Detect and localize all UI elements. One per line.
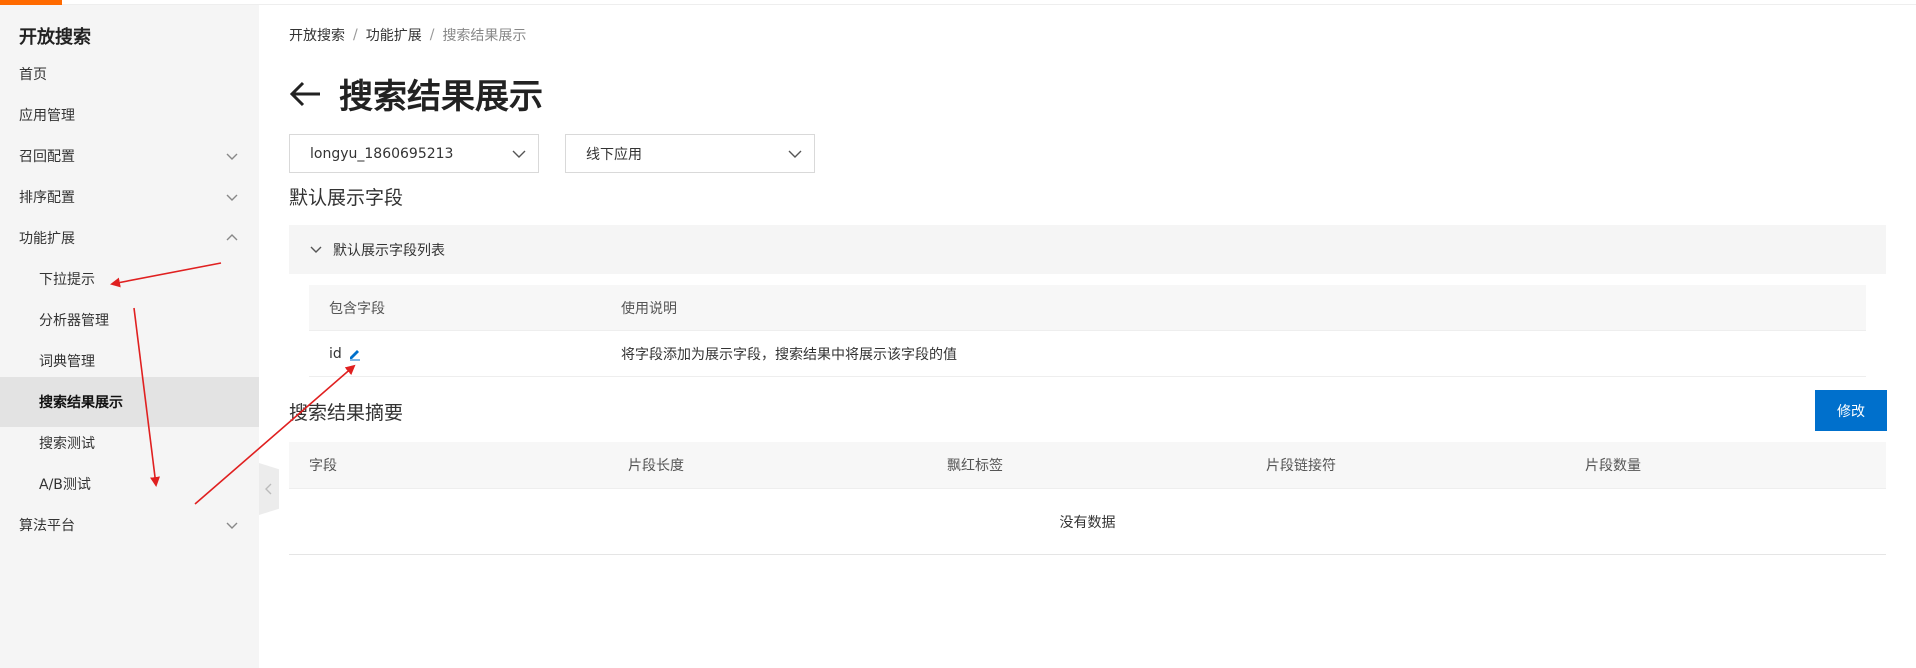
table-header: 字段 片段长度 飘红标签 片段链接符 片段数量 [289,442,1886,489]
chevron-down-icon [512,150,526,158]
column-header-description: 使用说明 [621,300,677,317]
empty-state: 没有数据 [289,489,1886,555]
sidebar-item-label: A/B测试 [39,477,91,493]
main-content: 开放搜索 / 功能扩展 / 搜索结果展示 搜索结果展示 longyu_18606… [259,5,1916,668]
sidebar-item-label: 词典管理 [39,354,95,370]
sidebar: 开放搜索 首页 应用管理 召回配置 排序配置 功能扩展 下拉提示 分析器管理 词… [0,5,279,668]
breadcrumb-item-current: 搜索结果展示 [442,28,527,44]
instance-select-value: longyu_1860695213 [310,145,454,162]
sidebar-item-label: 算法平台 [19,518,75,534]
field-cell: id [309,346,621,362]
summary-table: 字段 片段长度 飘红标签 片段链接符 片段数量 没有数据 [289,442,1886,555]
breadcrumb-item-open-search[interactable]: 开放搜索 [289,25,345,45]
sidebar-item-algorithm-platform[interactable]: 算法平台 [0,500,259,550]
sidebar-item-label: 分析器管理 [39,313,109,329]
app-select-value: 线下应用 [586,146,642,163]
instance-select[interactable]: longyu_1860695213 [289,134,539,173]
chevron-down-icon [788,150,802,158]
sidebar-item-label: 应用管理 [19,108,75,124]
arrow-left-icon[interactable] [289,80,323,108]
default-fields-section-title: 默认展示字段 [289,187,404,209]
breadcrumb-separator: / [353,27,358,43]
chevron-down-icon [310,246,322,253]
field-description: 将字段添加为展示字段，搜索结果中将展示该字段的值 [621,346,957,363]
breadcrumb-item-feature-extension[interactable]: 功能扩展 [366,25,422,45]
sidebar-item-label: 排序配置 [19,190,75,206]
chevron-down-icon [226,153,238,160]
sidebar-item-label: 搜索测试 [39,436,95,452]
chevron-down-icon [226,522,238,529]
sidebar-item-label: 召回配置 [19,149,75,165]
edit-icon[interactable] [348,347,362,361]
table-header: 包含字段 使用说明 [309,285,1866,331]
column-header-field: 包含字段 [329,300,385,317]
default-fields-table: 包含字段 使用说明 id 将字段添加为展示字段，搜索结果中将展示该字段的值 [309,285,1866,377]
column-header-fragment-count: 片段数量 [1585,458,1641,474]
page-title: 搜索结果展示 [339,77,543,117]
sidebar-item-label: 功能扩展 [19,231,75,247]
modify-button[interactable]: 修改 [1815,390,1887,431]
app-title: 开放搜索 [19,27,91,48]
sidebar-item-label: 首页 [19,67,47,83]
chevron-down-icon [226,194,238,201]
sidebar-item-label: 下拉提示 [39,272,95,288]
field-name: id [329,345,342,362]
default-fields-panel-header[interactable]: 默认展示字段列表 [289,225,1886,274]
column-header-highlight-tag: 飘红标签 [947,458,1003,474]
summary-section-title: 搜索结果摘要 [289,402,404,424]
breadcrumb: 开放搜索 / 功能扩展 / 搜索结果展示 [289,25,526,45]
default-fields-panel-title: 默认展示字段列表 [333,242,445,259]
page-header: 搜索结果展示 [289,69,543,118]
table-row: id 将字段添加为展示字段，搜索结果中将展示该字段的值 [309,331,1866,377]
column-header-field: 字段 [309,458,337,474]
column-header-fragment-length: 片段长度 [628,458,684,474]
chevron-up-icon [226,234,238,241]
sidebar-item-label: 搜索结果展示 [39,395,123,411]
column-header-fragment-connector: 片段链接符 [1266,458,1336,474]
app-select[interactable]: 线下应用 [565,134,815,173]
breadcrumb-separator: / [429,27,435,43]
